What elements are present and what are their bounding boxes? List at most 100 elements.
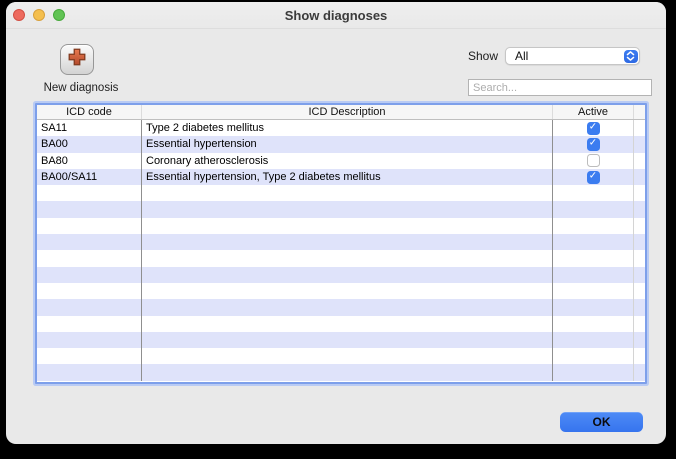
diagnoses-table: ICD code ICD Description Active SA11Type… [35,103,647,384]
show-filter-label: Show [468,49,498,63]
active-cell [553,234,634,250]
row-end-strip [634,250,645,266]
table-row[interactable]: BA00/SA11Essential hypertension, Type 2 … [37,169,645,185]
active-cell [553,267,634,283]
icd-description-cell[interactable]: Essential hypertension [142,136,553,152]
show-filter-value: All [515,49,528,64]
row-end-strip [634,201,645,217]
window-title: Show diagnoses [6,8,666,23]
icd-description-cell[interactable]: Essential hypertension, Type 2 diabetes … [142,169,553,185]
icd-code-cell [37,234,142,250]
icd-description-cell[interactable]: Coronary atherosclerosis [142,153,553,169]
column-header-end-strip [634,105,645,119]
show-diagnoses-window: Show diagnoses New diagnosis Show All [6,2,666,444]
column-header-icd-code[interactable]: ICD code [37,105,142,119]
active-cell [553,332,634,348]
icd-code-cell [37,201,142,217]
active-cell [553,136,634,152]
table-body: SA11Type 2 diabetes mellitusBA00Essentia… [37,120,645,381]
icd-code-cell [37,283,142,299]
active-checkbox-unchecked[interactable] [587,154,600,167]
icd-description-cell [142,201,553,217]
icd-description-cell [142,267,553,283]
icd-description-cell [142,332,553,348]
table-row [37,299,645,315]
icd-description-cell [142,234,553,250]
active-cell [553,153,634,169]
icd-code-cell[interactable]: BA00/SA11 [37,169,142,185]
icd-code-cell [37,316,142,332]
row-end-strip [634,348,645,364]
icd-code-cell[interactable]: BA80 [37,153,142,169]
icd-code-cell[interactable]: SA11 [37,120,142,136]
icd-code-cell [37,267,142,283]
icd-description-cell [142,250,553,266]
table-row [37,332,645,348]
row-end-strip [634,153,645,169]
popup-stepper-icon [624,50,638,63]
table-row [37,234,645,250]
active-cell [553,316,634,332]
row-end-strip [634,120,645,136]
table-row[interactable]: BA80Coronary atherosclerosis [37,153,645,169]
icd-description-cell [142,348,553,364]
table-row [37,348,645,364]
active-cell [553,348,634,364]
column-header-icd-description[interactable]: ICD Description [142,105,553,119]
titlebar: Show diagnoses [6,2,666,29]
icd-code-cell [37,299,142,315]
table-row [37,218,645,234]
red-cross-icon [66,46,88,73]
active-cell [553,250,634,266]
icd-code-cell [37,250,142,266]
active-cell [553,364,634,380]
table-row [37,267,645,283]
table-header: ICD code ICD Description Active [37,105,645,120]
active-checkbox-checked[interactable] [587,122,600,135]
row-end-strip [634,332,645,348]
row-end-strip [634,169,645,185]
icd-description-cell [142,218,553,234]
icd-description-cell[interactable]: Type 2 diabetes mellitus [142,120,553,136]
new-diagnosis-label: New diagnosis [26,82,136,94]
icd-code-cell[interactable]: BA00 [37,136,142,152]
row-end-strip [634,185,645,201]
icd-code-cell [37,364,142,380]
row-end-strip [634,234,645,250]
active-cell [553,169,634,185]
row-end-strip [634,267,645,283]
table-row [37,316,645,332]
table-row[interactable]: SA11Type 2 diabetes mellitus [37,120,645,136]
active-cell [553,299,634,315]
active-cell [553,218,634,234]
active-cell [553,185,634,201]
table-row [37,250,645,266]
new-diagnosis-button[interactable] [60,44,94,75]
table-row[interactable]: BA00Essential hypertension [37,136,645,152]
table-row [37,283,645,299]
row-end-strip [634,136,645,152]
row-end-strip [634,218,645,234]
table-row [37,201,645,217]
active-checkbox-checked[interactable] [587,138,600,151]
icd-description-cell [142,316,553,332]
active-checkbox-checked[interactable] [587,171,600,184]
icd-code-cell [37,185,142,201]
active-cell [553,120,634,136]
column-header-active[interactable]: Active [553,105,634,119]
show-filter-select[interactable]: All [505,47,640,65]
row-end-strip [634,283,645,299]
icd-code-cell [37,348,142,364]
ok-button[interactable]: OK [560,412,643,432]
icd-description-cell [142,283,553,299]
active-cell [553,283,634,299]
search-input[interactable] [468,79,652,96]
table-row [37,185,645,201]
table-row [37,364,645,380]
icd-code-cell [37,218,142,234]
row-end-strip [634,299,645,315]
row-end-strip [634,316,645,332]
row-end-strip [634,364,645,380]
icd-description-cell [142,185,553,201]
active-cell [553,201,634,217]
